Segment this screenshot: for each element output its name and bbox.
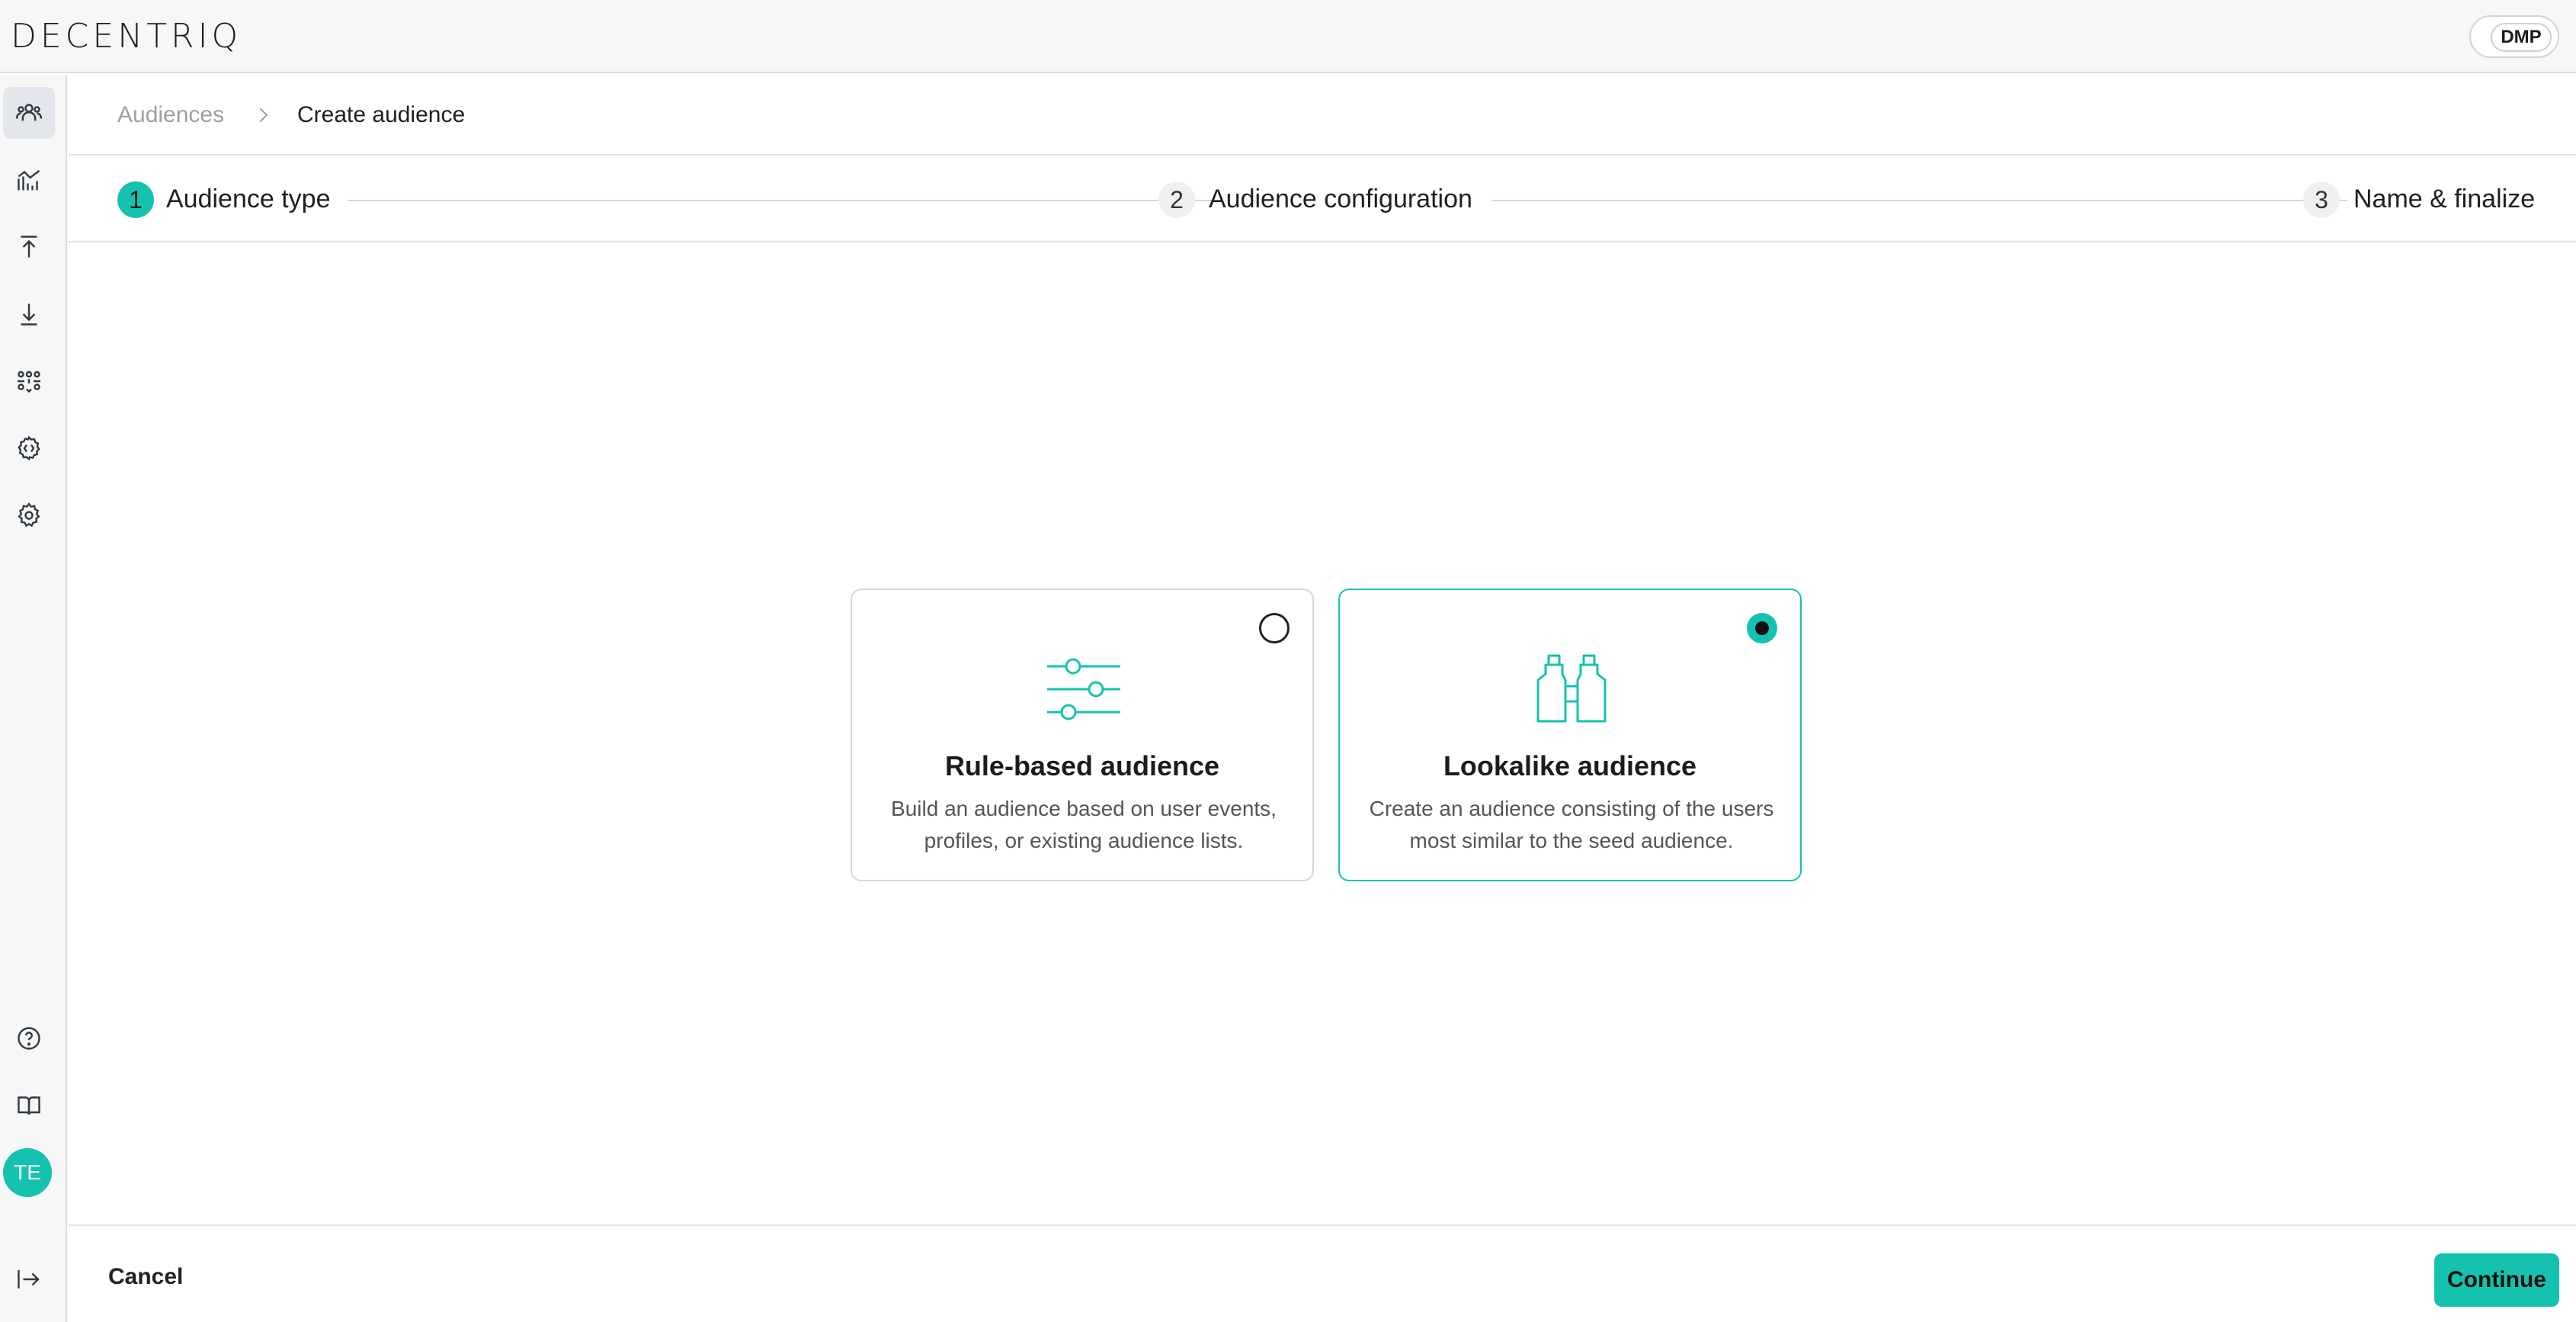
upload-icon (21, 236, 37, 258)
help-icon (18, 1027, 40, 1050)
binoculars-icon (1536, 654, 1607, 723)
card-description: Build an audience based on user events, … (891, 797, 1277, 852)
stepper: 1 Audience type 2 Audience configuration… (69, 157, 2576, 242)
org-switcher[interactable]: DMP (2469, 15, 2559, 58)
card-description: Create an audience consisting of the use… (1369, 797, 1774, 852)
footer-bar: Cancel Continue (69, 1224, 2576, 1322)
app-logo[interactable]: DECENTRIQ (11, 17, 242, 56)
card-title: Rule-based audience (944, 750, 1220, 781)
sliders-icon (1047, 658, 1120, 720)
developer-settings-icon (18, 435, 40, 461)
sidebar-item-settings[interactable] (3, 489, 55, 541)
step-2-number: 2 (1158, 181, 1195, 218)
step-1-number: 1 (117, 181, 154, 218)
user-avatar[interactable]: TE (3, 1148, 52, 1197)
lookalike-radio[interactable] (1747, 613, 1777, 643)
step-3-number: 3 (2303, 181, 2340, 218)
insights-chart-icon (18, 170, 40, 191)
docs-book-icon (18, 1096, 40, 1115)
logout-icon (18, 1270, 40, 1288)
sidebar-item-download[interactable] (3, 288, 55, 340)
step-1-label: Audience type (166, 185, 331, 213)
breadcrumb-audiences-link[interactable]: Audiences (117, 102, 224, 128)
breadcrumb: Audiences Create audience (69, 75, 2576, 156)
continue-button[interactable]: Continue (2434, 1253, 2559, 1307)
step-connector (348, 200, 1218, 201)
chevron-right-icon (259, 107, 268, 123)
step-connector (1492, 200, 2347, 201)
download-icon (21, 303, 37, 326)
step-2-label: Audience configuration (1209, 185, 1472, 213)
lookalike-audience-card[interactable]: Lookalike audience Create an audience co… (1338, 589, 1802, 881)
audiences-icon (16, 104, 42, 121)
sidebar-item-upload[interactable] (3, 221, 55, 273)
rule-based-audience-card[interactable]: Rule-based audience Build an audience ba… (851, 589, 1314, 881)
cancel-button[interactable]: Cancel (108, 1264, 183, 1290)
settings-icon (18, 502, 40, 528)
card-title: Lookalike audience (1443, 750, 1697, 781)
sidebar-item-audiences[interactable] (3, 87, 55, 139)
org-badge: DMP (2491, 23, 2552, 52)
breadcrumb-current: Create audience (297, 102, 466, 127)
sidebar-item-insights[interactable] (3, 154, 55, 206)
docs-button[interactable] (3, 1080, 55, 1131)
help-button[interactable] (3, 1012, 55, 1064)
sidebar-item-developer[interactable] (3, 422, 55, 474)
logout-button[interactable] (3, 1253, 55, 1305)
step-3-label: Name & finalize (2353, 185, 2536, 213)
collaboration-icon (18, 371, 40, 393)
sidebar-item-collaboration[interactable] (3, 355, 55, 407)
sidebar: TE (0, 75, 67, 1322)
top-bar: DECENTRIQ DMP (0, 0, 2576, 73)
rule-based-radio[interactable] (1259, 613, 1290, 643)
